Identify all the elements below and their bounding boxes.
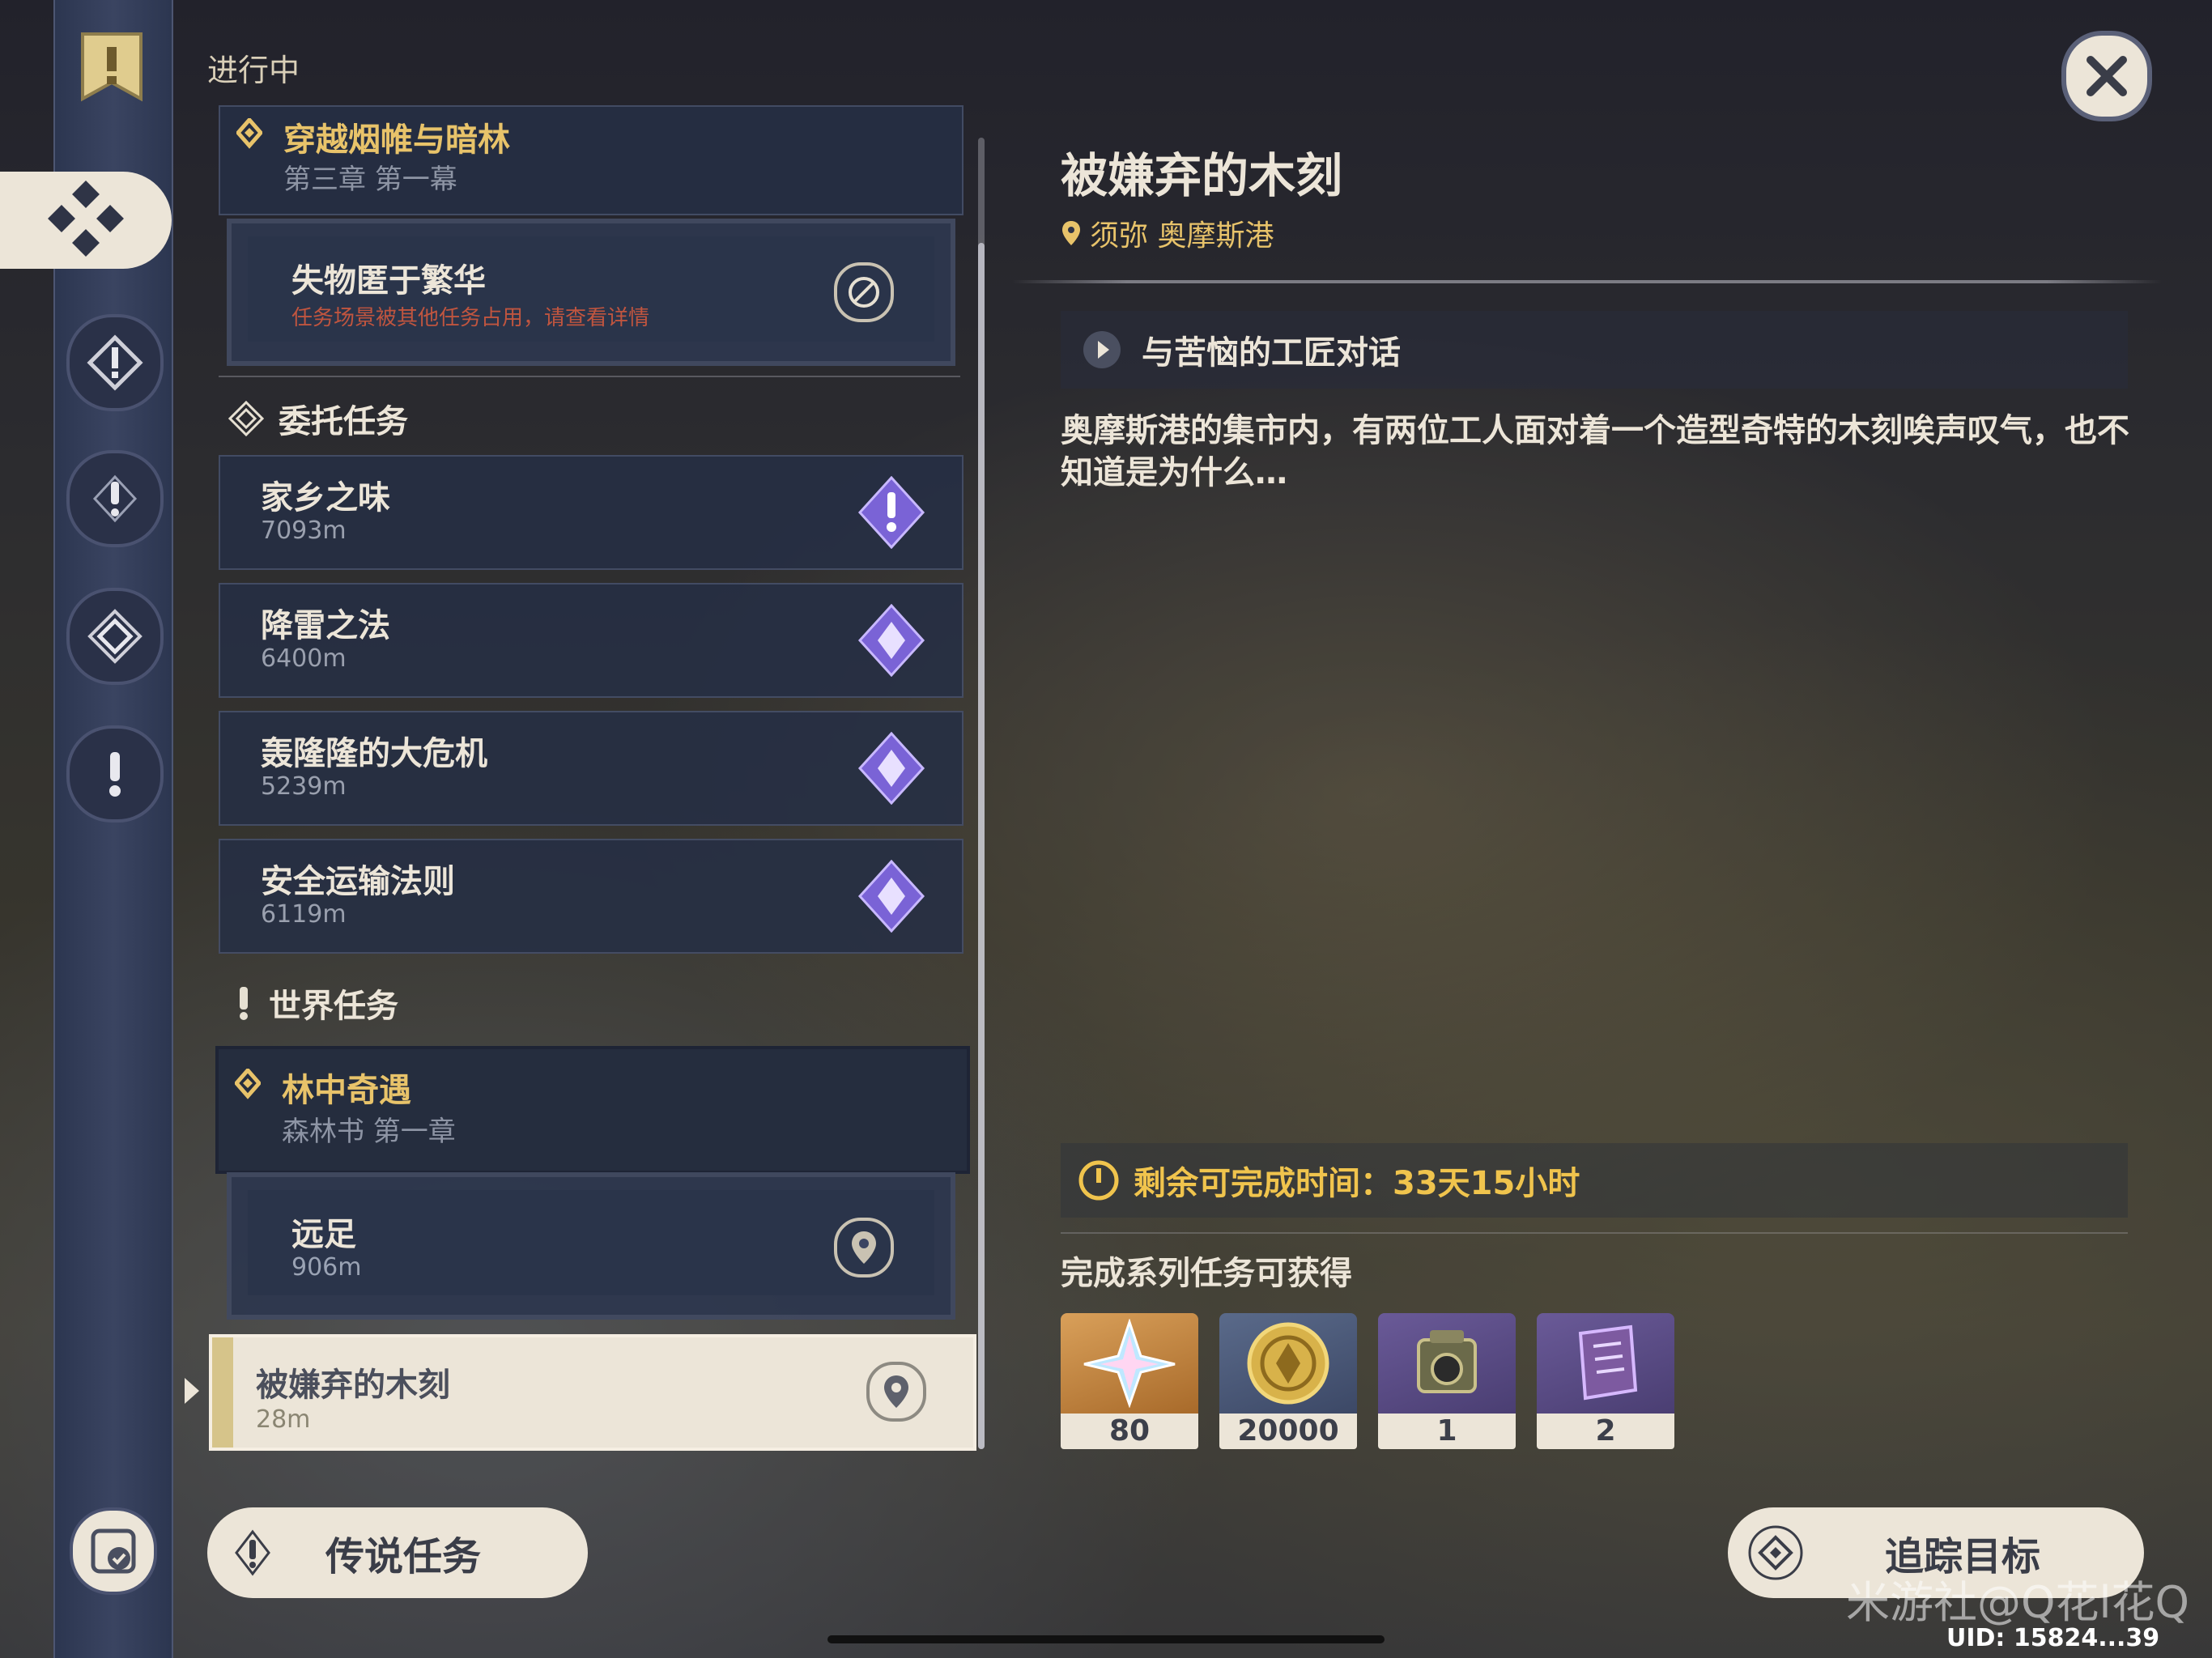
reward-primogem[interactable]: 80	[1061, 1313, 1198, 1449]
step-title: 失物匿于繁华	[291, 262, 486, 300]
objective-label: 与苦恼的工匠对话	[1142, 334, 1401, 372]
commission-distance: 6400m	[261, 644, 347, 673]
alert-quest-icon	[109, 752, 121, 797]
location-pin-icon	[834, 1218, 894, 1278]
archon-diamond-icon	[236, 118, 262, 149]
commission-title: 轰隆隆的大危机	[261, 735, 487, 772]
chapter-subtitle: 第三章 第一幕	[283, 164, 457, 196]
commission-card-3[interactable]: 轰隆隆的大危机 5239m	[219, 711, 963, 826]
reward-adventure-exp[interactable]: 1	[1378, 1313, 1516, 1449]
commission-header-label: 委托任务	[279, 403, 408, 440]
map-pin-icon	[1062, 221, 1080, 245]
selected-quest-distance: 28m	[256, 1405, 311, 1434]
commission-header-icon	[228, 401, 264, 436]
reward-count: 2	[1537, 1414, 1674, 1449]
archon-quest-tab[interactable]	[66, 314, 164, 411]
world-quest-header-label: 世界任务	[269, 988, 398, 1025]
mora-coin-icon	[1247, 1322, 1329, 1405]
blocked-icon	[834, 262, 894, 322]
commission-card-1[interactable]: 家乡之味 7093m	[219, 455, 963, 570]
world-quest-header: 世界任务	[233, 980, 398, 1027]
watermark: 米游社@Q花l花Q	[1846, 1577, 2190, 1628]
selected-quest-title: 被嫌弃的木刻	[256, 1367, 450, 1404]
quest-settings-button[interactable]	[70, 1507, 157, 1595]
quest-detail-title: 被嫌弃的木刻	[1061, 148, 1343, 203]
timer-label: 剩余可完成时间：33天15小时	[1134, 1165, 1580, 1202]
quest-objective: 与苦恼的工匠对话	[1061, 311, 2128, 389]
reward-count: 1	[1378, 1414, 1516, 1449]
world-quest-icon	[92, 474, 138, 523]
selected-quest-card[interactable]: 被嫌弃的木刻 28m	[209, 1334, 976, 1451]
quest-book-icon[interactable]	[78, 29, 146, 107]
commission-title: 安全运输法则	[261, 863, 455, 900]
reward-count: 80	[1061, 1414, 1198, 1449]
commission-card-2[interactable]: 降雷之法 6400m	[219, 583, 963, 698]
world-step-distance: 906m	[291, 1253, 362, 1282]
chapter-title: 穿越烟帷与暗林	[283, 121, 510, 159]
commission-title: 降雷之法	[261, 607, 390, 644]
rewards-label: 完成系列任务可获得	[1061, 1255, 1352, 1292]
world-chapter-subtitle: 森林书 第一章	[282, 1116, 456, 1148]
reward-heros-wit[interactable]: 2	[1537, 1313, 1674, 1449]
daily-star-icon	[857, 860, 925, 933]
daily-alert-icon	[857, 476, 925, 549]
primogem-icon	[1083, 1319, 1176, 1408]
commission-card-4[interactable]: 安全运输法则 6119m	[219, 839, 963, 954]
list-scrollbar-thumb[interactable]	[978, 243, 985, 1449]
commission-distance: 6119m	[261, 900, 347, 929]
quest-description: 奥摩斯港的集市内，有两位工人面对着一个造型奇特的木刻唉声叹气，也不知道是为什么…	[1061, 412, 2129, 491]
world-chapter-title: 林中奇遇	[282, 1072, 411, 1109]
commission-distance: 7093m	[261, 517, 347, 545]
close-icon	[2087, 56, 2127, 96]
archon-chapter-card[interactable]: 穿越烟帷与暗林 第三章 第一幕	[219, 105, 963, 215]
reward-count: 20000	[1219, 1414, 1357, 1449]
commission-quest-tab[interactable]	[66, 588, 164, 685]
archon-quest-icon	[87, 334, 143, 391]
clock-icon	[1078, 1160, 1119, 1201]
commission-tab[interactable]	[0, 172, 172, 269]
world-step-card[interactable]: 远足 906m	[227, 1172, 955, 1320]
in-progress-header: 进行中	[207, 53, 300, 88]
step-note: 任务场景被其他任务占用，请查看详情	[291, 306, 650, 330]
objective-play-icon	[1083, 331, 1121, 368]
quest-location: 须弥 奥摩斯港	[1061, 212, 1274, 254]
world-quest-tab[interactable]	[66, 450, 164, 547]
home-indicator[interactable]	[827, 1635, 1385, 1643]
legend-quests-button[interactable]: 传说任务	[207, 1507, 588, 1598]
legend-quests-label: 传说任务	[325, 1534, 482, 1579]
quest-location-label: 须弥 奥摩斯港	[1090, 219, 1274, 253]
commission-header: 委托任务	[228, 395, 408, 442]
commission-title: 家乡之味	[261, 479, 390, 517]
track-diamond-icon	[1748, 1525, 1803, 1580]
commission-tab-icon	[47, 180, 125, 261]
reward-mora[interactable]: 20000	[1219, 1313, 1357, 1449]
adventure-exp-camera-icon	[1417, 1330, 1477, 1393]
selected-arrow-icon	[185, 1378, 199, 1404]
close-button[interactable]	[2061, 31, 2152, 121]
commission-quest-icon	[87, 609, 143, 664]
settings-check-icon	[91, 1528, 136, 1574]
world-quest-header-icon	[240, 987, 248, 1020]
world-step-title: 远足	[291, 1216, 356, 1253]
commission-distance: 5239m	[261, 772, 347, 801]
daily-star-icon	[857, 604, 925, 677]
detail-divider	[1012, 280, 2162, 283]
quest-timer: 剩余可完成时间：33天15小时	[1061, 1143, 2128, 1218]
world-diamond-icon	[235, 1069, 261, 1099]
world-chapter-card[interactable]: 林中奇遇 森林书 第一章	[215, 1046, 970, 1174]
legend-quest-icon	[235, 1529, 270, 1576]
selected-pin-icon	[866, 1362, 926, 1422]
heros-wit-book-icon	[1578, 1324, 1638, 1401]
alert-quest-tab[interactable]	[66, 725, 164, 823]
daily-star-icon	[857, 732, 925, 805]
archon-step-card[interactable]: 失物匿于繁华 任务场景被其他任务占用，请查看详情	[227, 219, 955, 366]
uid-label: UID: 15824...39	[1946, 1624, 2160, 1652]
